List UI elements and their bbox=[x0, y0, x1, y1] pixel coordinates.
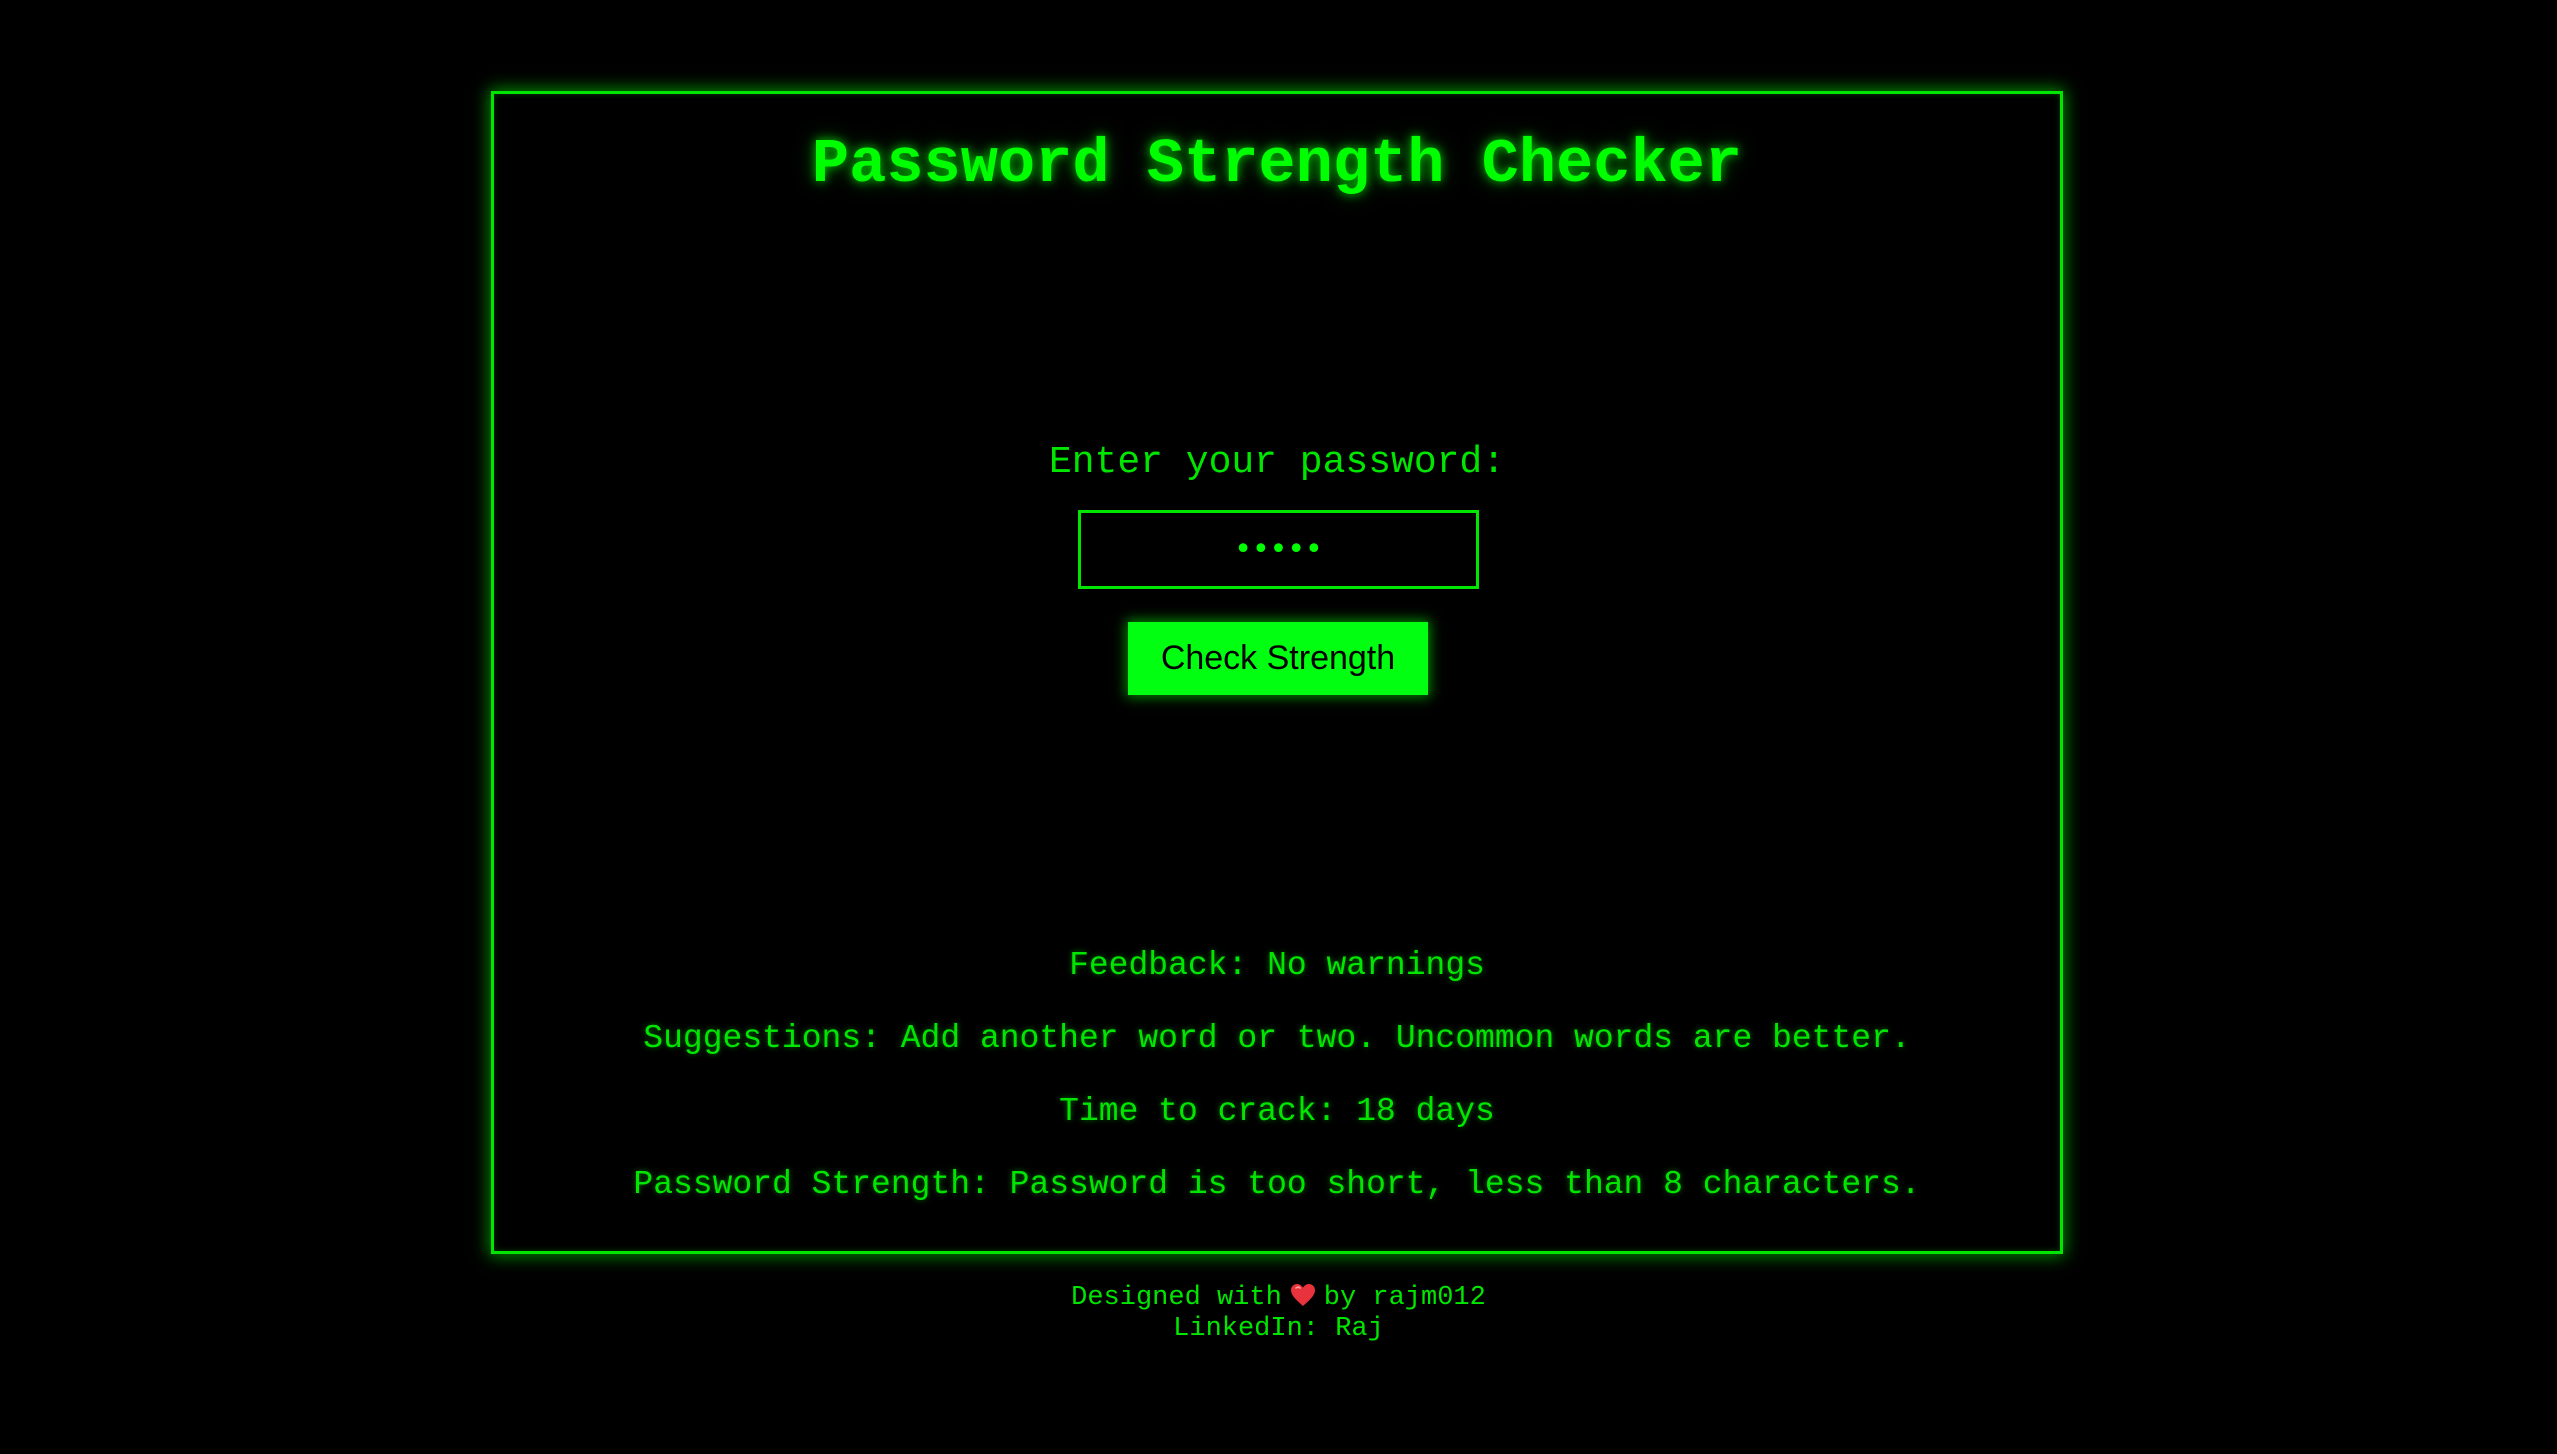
password-strength-text: Password Strength: Password is too short… bbox=[633, 1166, 1921, 1203]
page-title: Password Strength Checker bbox=[811, 129, 1743, 200]
footer: Designed with by rajm012 LinkedIn: Raj bbox=[0, 1283, 2557, 1345]
feedback-text: Feedback: No warnings bbox=[1069, 947, 1485, 984]
password-checker-card: Password Strength Checker Enter your pas… bbox=[491, 91, 2063, 1254]
password-input[interactable] bbox=[1078, 510, 1479, 589]
time-to-crack-text: Time to crack: 18 days bbox=[1059, 1093, 1495, 1130]
check-strength-button[interactable]: Check Strength bbox=[1128, 622, 1428, 695]
designed-prefix: Designed with bbox=[1071, 1283, 1282, 1313]
linkedin-line: LinkedIn: Raj bbox=[0, 1314, 2557, 1345]
designed-by-line: Designed with by rajm012 bbox=[0, 1283, 2557, 1314]
designed-suffix: by rajm012 bbox=[1323, 1283, 1486, 1313]
suggestions-text: Suggestions: Add another word or two. Un… bbox=[643, 1020, 1911, 1057]
linkedin-label: LinkedIn: bbox=[1173, 1314, 1319, 1344]
password-label: Enter your password: bbox=[1048, 441, 1506, 484]
linkedin-link[interactable]: Raj bbox=[1335, 1314, 1384, 1344]
heart-icon bbox=[1290, 1283, 1316, 1307]
